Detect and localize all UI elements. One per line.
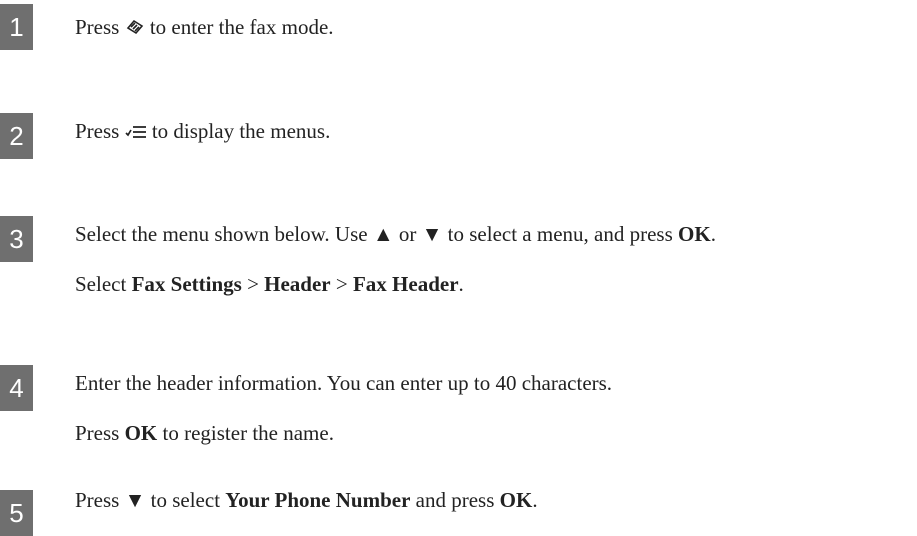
your-phone-number-label: Your Phone Number — [225, 488, 411, 512]
menu-path-header: Header — [264, 272, 331, 296]
step-number-badge: 3 — [0, 216, 33, 262]
ok-key-label: OK — [499, 488, 533, 512]
down-arrow-icon: ▼ — [421, 222, 443, 246]
menu-path-fax-settings: Fax Settings — [131, 272, 242, 296]
step-1-text: Press to enter the fax mode. — [75, 15, 334, 41]
step-2-text: Press to display the menus. — [75, 119, 331, 145]
up-arrow-icon: ▲ — [372, 222, 394, 246]
step-number-badge: 1 — [0, 4, 33, 50]
step-number-badge: 2 — [0, 113, 33, 159]
step-number-badge: 4 — [0, 365, 33, 411]
step-3-line-1: Select the menu shown below. Use ▲ or ▼ … — [75, 222, 716, 246]
ok-key-label: OK — [678, 222, 711, 246]
step-number-badge: 5 — [0, 490, 33, 536]
step-4-line-1: Enter the header information. You can en… — [75, 371, 613, 395]
ok-key-label: OK — [124, 421, 158, 445]
step-3-line-2: Select Fax Settings > Header > Fax Heade… — [75, 272, 464, 296]
step-5-line-1: Press ▼ to select Your Phone Number and … — [75, 488, 538, 512]
menu-path-fax-header: Fax Header — [352, 272, 459, 296]
fax-icon — [125, 17, 145, 41]
menu-icon — [124, 121, 147, 145]
step-4-line-2: Press OK to register the name. — [75, 421, 334, 445]
down-arrow-icon: ▼ — [124, 488, 146, 512]
